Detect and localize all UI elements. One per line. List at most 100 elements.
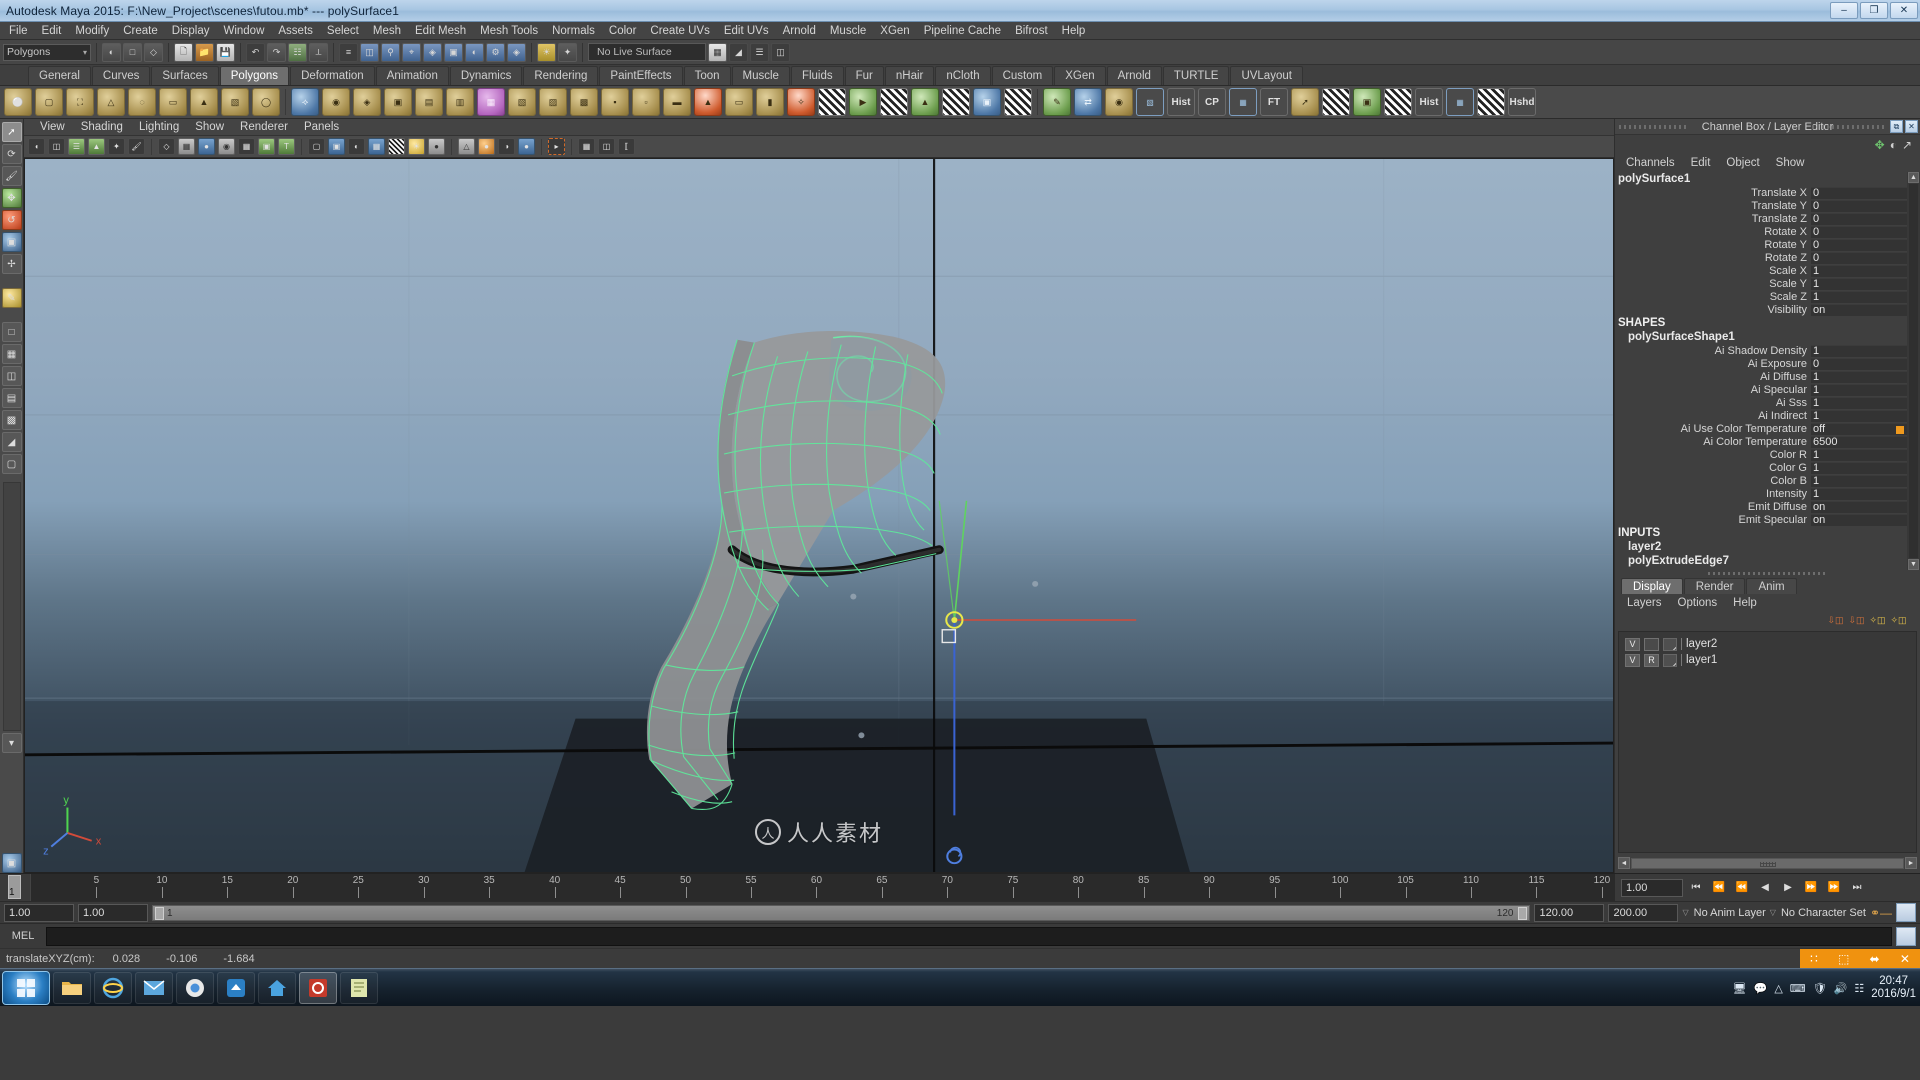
menu-item-file[interactable]: File [2, 22, 35, 40]
close-button[interactable]: ✕ [1890, 2, 1918, 19]
overlay-drag-handle[interactable]: ∷ [1810, 952, 1818, 966]
transform-channel-row[interactable]: Scale Z 1 [1615, 290, 1907, 303]
taskbar-item-chrome[interactable] [176, 971, 214, 1004]
menu-item-edit-uvs[interactable]: Edit UVs [717, 22, 776, 40]
shelf-tab-toon[interactable]: Toon [683, 66, 731, 85]
transform-channel-row[interactable]: Translate Y 0 [1615, 199, 1907, 212]
save-scene-icon[interactable]: 💾 [216, 42, 235, 62]
viewport-menu-lighting[interactable]: Lighting [131, 121, 187, 133]
transform-channel-row[interactable]: Translate X 0 [1615, 186, 1907, 199]
channel-value[interactable]: on [1811, 513, 1907, 526]
transform-channel-row[interactable]: Scale X 1 [1615, 264, 1907, 277]
taskbar-item-internet-explorer[interactable] [94, 971, 132, 1004]
taskbar-item-recorder[interactable] [299, 971, 337, 1004]
undo-icon[interactable]: ↶ [246, 42, 265, 62]
texture-toggle-icon[interactable] [1322, 88, 1350, 116]
layer-visibility-toggle[interactable]: V [1625, 637, 1640, 651]
channel-value[interactable]: 1 [1811, 487, 1907, 500]
channel-value[interactable]: 0 [1811, 212, 1907, 225]
layer-color-swatch[interactable] [1663, 637, 1677, 651]
persp-outliner-layout-icon[interactable]: ▤ [1, 388, 22, 408]
poly-torus-icon[interactable]: ◌ [128, 88, 156, 116]
uv-snapshot-icon[interactable]: ▶ [849, 88, 877, 116]
taskbar-item-skydrive[interactable] [217, 971, 255, 1004]
use-all-lights-icon[interactable]: ◐ [348, 138, 365, 155]
shape-channel-row[interactable]: Intensity 1 [1615, 487, 1907, 500]
smooth-icon[interactable]: ▦ [477, 88, 505, 116]
menu-item-edit-mesh[interactable]: Edit Mesh [408, 22, 473, 40]
two-view-layout-icon[interactable]: ◫ [1, 366, 22, 386]
highlight-selection-icon[interactable]: ● [428, 138, 445, 155]
tray-network-icon[interactable]: ☷ [1854, 982, 1864, 995]
poly-sphere-icon[interactable]: ⚪ [4, 88, 32, 116]
ft-toggle-label[interactable]: FT [1260, 88, 1288, 116]
scroll-down-arrow[interactable]: ▼ [1908, 559, 1919, 570]
scale-tool-icon[interactable]: ▣ [1, 232, 22, 252]
occlusion-icon[interactable] [388, 138, 405, 155]
two-sided-lighting-icon[interactable]: ✦ [108, 138, 125, 155]
isolate-select-icon[interactable]: ▸ [548, 138, 565, 155]
channel-node-name[interactable]: polySurface1 [1615, 172, 1907, 186]
channel-box-menu-object[interactable]: Object [1719, 157, 1766, 169]
transfer-attributes-icon[interactable]: ⇄ [1074, 88, 1102, 116]
layer-render-toggle[interactable]: R [1644, 653, 1659, 667]
transform-channel-row[interactable]: Visibility on [1615, 303, 1907, 316]
anim-end-field[interactable]: 200.00 [1608, 903, 1679, 922]
smooth-shade-all-icon[interactable]: ● [198, 138, 215, 155]
shape-channel-row[interactable]: Color G 1 [1615, 461, 1907, 474]
shape-channel-row[interactable]: Color R 1 [1615, 448, 1907, 461]
menu-item-create-uvs[interactable]: Create UVs [643, 22, 716, 40]
open-scene-icon[interactable]: 📁 [195, 42, 214, 62]
menu-item-pipeline-cache[interactable]: Pipeline Cache [917, 22, 1008, 40]
channel-value[interactable]: 1 [1811, 277, 1907, 290]
points-shade-icon[interactable]: ▦ [178, 138, 195, 155]
shaded-wireframe-icon[interactable]: ▦ [238, 138, 255, 155]
poly-soccer-ball-icon[interactable]: ◉ [322, 88, 350, 116]
time-slider-current-marker[interactable]: 1 [0, 874, 30, 901]
drag-handle-left[interactable] [1619, 125, 1689, 129]
select-camera-icon[interactable]: ◖ [28, 138, 45, 155]
menu-item-display[interactable]: Display [165, 22, 217, 40]
subdiv-proxy-icon[interactable]: ▦ [1446, 88, 1474, 116]
input-node-layer2[interactable]: layer2 [1615, 540, 1907, 554]
render-settings-icon[interactable]: ⚙ [486, 42, 505, 62]
anti-alias-icon[interactable]: ◑ [498, 138, 515, 155]
layer-editor-tab-anim[interactable]: Anim [1746, 578, 1797, 594]
make-live-icon[interactable]: ◈ [423, 42, 442, 62]
command-language-label[interactable]: MEL [4, 930, 42, 942]
hypershade-icon[interactable]: ◈ [507, 42, 526, 62]
shelf-tab-arnold[interactable]: Arnold [1106, 66, 1162, 85]
current-time-field[interactable]: 1.00 [1621, 878, 1683, 897]
menu-item-create[interactable]: Create [116, 22, 165, 40]
step-forward-frame-button[interactable]: ⏩ [1801, 879, 1821, 897]
menu-item-arnold[interactable]: Arnold [776, 22, 823, 40]
motion-blur-icon[interactable]: △ [458, 138, 475, 155]
light-icon[interactable]: ☀ [537, 42, 556, 62]
shelf-tab-deformation[interactable]: Deformation [290, 66, 375, 85]
tray-show-hidden-icon[interactable]: △ [1774, 982, 1782, 995]
layer-color-swatch[interactable] [1663, 653, 1677, 667]
channel-value[interactable]: 0 [1811, 238, 1907, 251]
vertex-color-icon[interactable]: ▣ [1353, 88, 1381, 116]
checker-shade-icon[interactable] [1384, 88, 1412, 116]
texture-display-icon[interactable]: ▣ [258, 138, 275, 155]
sidebar-toggle-layer-editor[interactable]: ◫ [771, 42, 790, 62]
cp-toggle-label[interactable]: CP [1198, 88, 1226, 116]
smooth-shade-icon[interactable] [1477, 88, 1505, 116]
combine-icon[interactable]: ▣ [384, 88, 412, 116]
tray-input-method-icon[interactable]: ⌨ [1790, 982, 1806, 995]
panel-splitter[interactable] [1615, 570, 1920, 577]
channel-value[interactable]: 0 [1811, 199, 1907, 212]
ipr-render-icon[interactable]: ◐ [465, 42, 484, 62]
select-object-icon[interactable]: □ [123, 42, 142, 62]
quadrangulate-icon[interactable]: ▭ [725, 88, 753, 116]
scroll-track[interactable] [1909, 184, 1918, 558]
viewport-menu-renderer[interactable]: Renderer [232, 121, 296, 133]
xray-mode-icon[interactable]: ▢ [308, 138, 325, 155]
shelf-tab-muscle[interactable]: Muscle [731, 66, 790, 85]
channel-value[interactable]: 0 [1811, 225, 1907, 238]
wireframe-shade-icon[interactable]: ◇ [158, 138, 175, 155]
paint-select-tool-icon[interactable]: 🖌 [1, 166, 22, 186]
channel-value[interactable]: 1 [1811, 344, 1907, 357]
image-plane-icon[interactable]: ▲ [88, 138, 105, 155]
